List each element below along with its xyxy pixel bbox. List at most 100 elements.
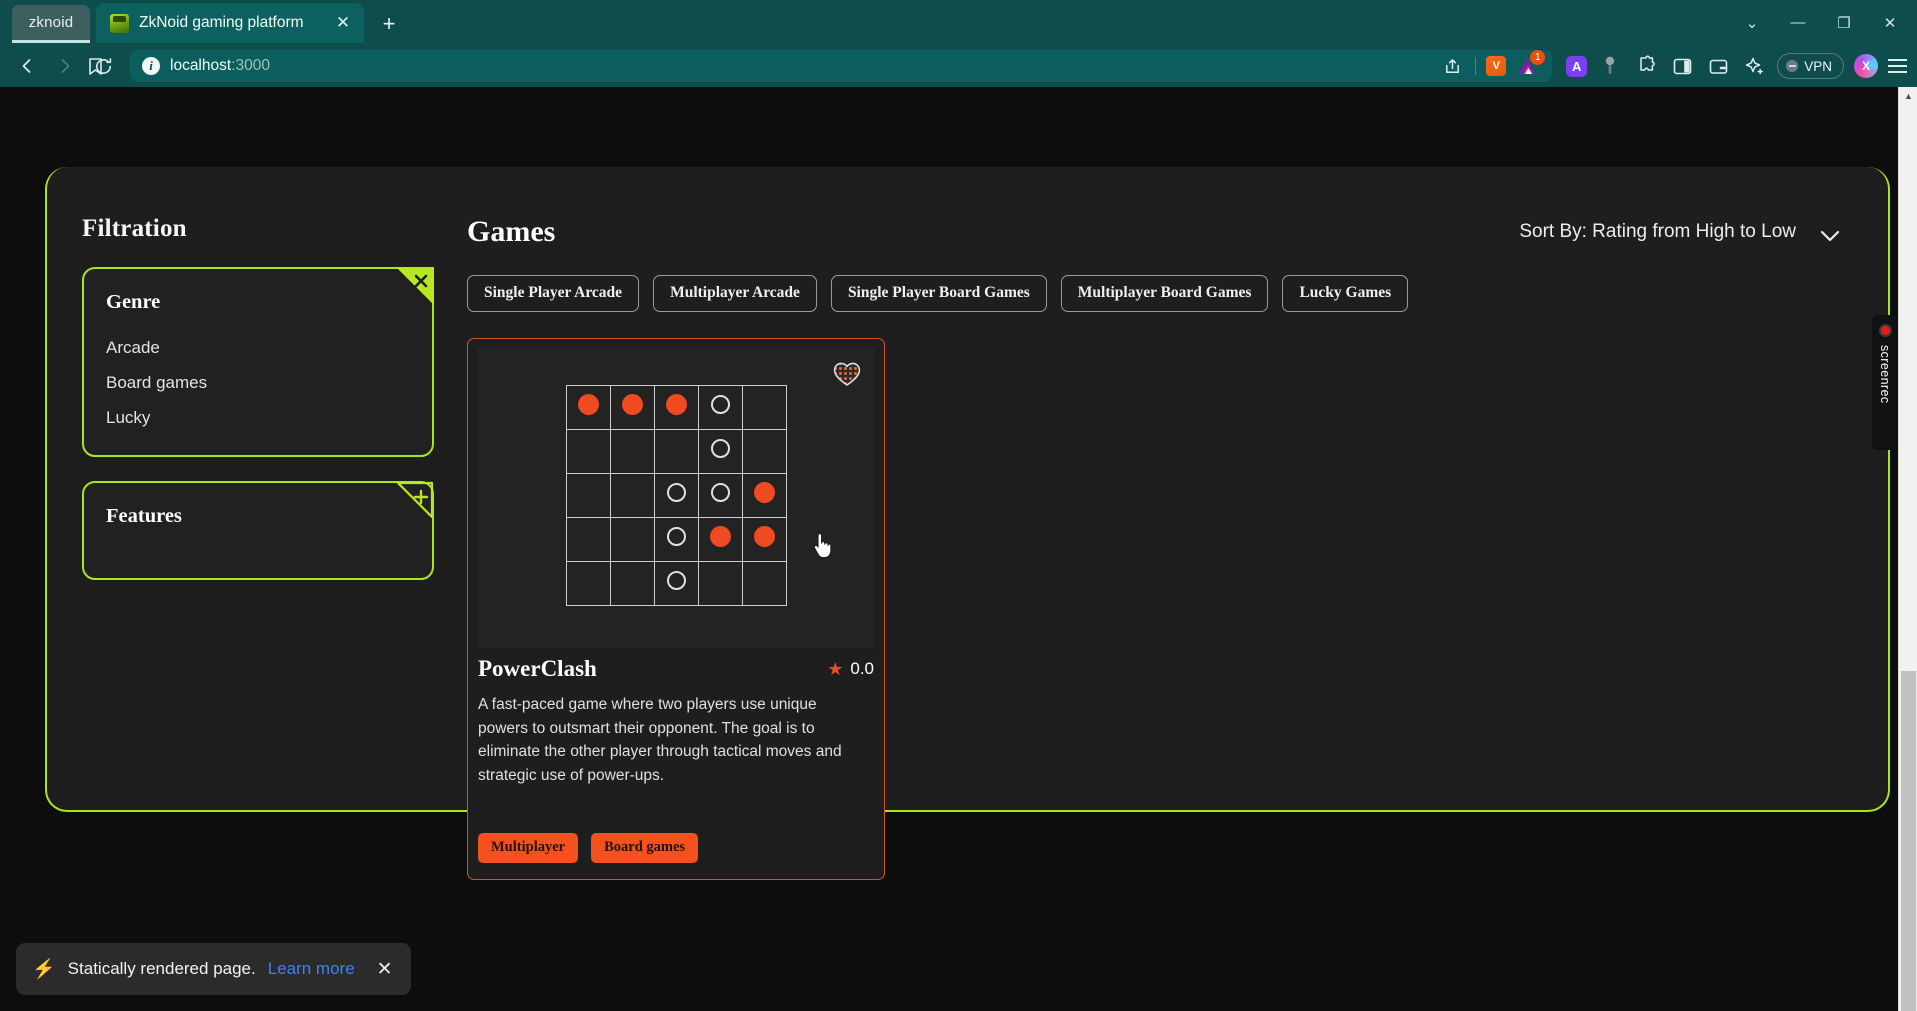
genre-collapse-button[interactable]: [394, 267, 434, 307]
workspace-label: zknoid: [28, 14, 74, 31]
piece-empty: [666, 571, 686, 590]
category-chips: Single Player Arcade Multiplayer Arcade …: [467, 275, 1840, 312]
piece-empty: [666, 483, 686, 502]
features-heading: Features: [106, 505, 182, 527]
star-icon: ★: [827, 658, 844, 679]
chip-multiplayer-board-games[interactable]: Multiplayer Board Games: [1060, 275, 1269, 312]
piece-filled: [665, 394, 687, 415]
address-bar[interactable]: i localhost:3000 1: [88, 50, 1553, 82]
piece-empty: [710, 483, 730, 502]
page-viewport: Filtration Genre Arcade Board games Luck…: [0, 87, 1917, 1011]
new-tab-button[interactable]: +: [372, 7, 406, 41]
chip-single-player-board-games[interactable]: Single Player Board Games: [830, 275, 1047, 312]
bookmark-icon[interactable]: [80, 51, 110, 81]
divider: [1475, 57, 1477, 75]
profile-avatar[interactable]: [1854, 54, 1878, 78]
vpn-status-dot: [1786, 60, 1799, 72]
piece-filled: [709, 526, 731, 547]
hamburger-menu-icon[interactable]: [1888, 59, 1907, 73]
pin-icon[interactable]: [1597, 53, 1623, 79]
close-window-icon[interactable]: ✕: [1867, 0, 1913, 45]
genre-option-lucky[interactable]: Lucky: [106, 400, 410, 435]
tag-board-games[interactable]: Board games: [591, 833, 699, 864]
zknoid-favicon: [110, 13, 129, 33]
vpn-button[interactable]: VPN: [1777, 53, 1844, 79]
extension-icon[interactable]: 1: [1516, 50, 1546, 77]
lightning-bolt-icon: ⚡: [32, 959, 56, 980]
learn-more-link[interactable]: Learn more: [268, 959, 355, 979]
chip-single-player-arcade[interactable]: Single Player Arcade: [467, 275, 640, 312]
page-content-frame: Filtration Genre Arcade Board games Luck…: [45, 167, 1890, 881]
minimize-icon[interactable]: —: [1775, 0, 1821, 45]
grid-cell: [565, 472, 611, 518]
filtration-sidebar: Filtration Genre Arcade Board games Luck…: [82, 215, 434, 604]
game-card[interactable]: PowerClash ★ 0.0 A fast-paced game where…: [467, 338, 885, 881]
extension-badge-count: 1: [1530, 50, 1546, 65]
page-scrollbar[interactable]: ▲: [1898, 87, 1917, 1011]
brave-shield-icon[interactable]: [1486, 56, 1507, 76]
piece-filled: [621, 394, 643, 415]
genre-option-arcade[interactable]: Arcade: [106, 330, 410, 365]
scrollbar-thumb[interactable]: [1901, 671, 1916, 1011]
scrollbar-down-arrow[interactable]: [1899, 993, 1917, 1011]
chevron-down-icon: [1820, 226, 1840, 242]
mouse-cursor: [813, 533, 833, 559]
games-header: Games Sort By: Rating from High to Low: [467, 215, 1840, 249]
site-info-icon[interactable]: i: [142, 57, 160, 75]
browser-window: zknoid ZkNoid gaming platform ✕ + ⌄ — ❐ …: [0, 0, 1917, 1011]
games-main-column: Games Sort By: Rating from High to Low S…: [467, 215, 1840, 881]
preview-grid: [565, 384, 787, 606]
grid-cell: [653, 428, 699, 474]
screenrec-widget[interactable]: screenrec: [1872, 315, 1898, 450]
grid-row: [565, 428, 787, 474]
tab-close-icon[interactable]: ✕: [330, 10, 356, 36]
grid-cell: [741, 560, 787, 606]
screenrec-label: screenrec: [1878, 345, 1892, 404]
leo-ai-icon[interactable]: [1741, 53, 1767, 79]
piece-empty: [710, 439, 730, 458]
genre-option-board-games[interactable]: Board games: [106, 365, 410, 400]
back-icon[interactable]: [10, 51, 44, 81]
title-bar: zknoid ZkNoid gaming platform ✕ + ⌄ — ❐ …: [0, 0, 1917, 45]
grid-cell: [565, 384, 611, 430]
address-bar-actions: 1: [1439, 50, 1546, 79]
toast-close-icon[interactable]: ✕: [377, 958, 393, 981]
sort-by-dropdown[interactable]: Sort By: Rating from High to Low: [1519, 221, 1840, 243]
grid-cell: [741, 472, 787, 518]
restore-icon[interactable]: ❐: [1821, 0, 1867, 45]
features-expand-button[interactable]: [394, 481, 434, 521]
grid-cell: [565, 516, 611, 562]
a-extension-icon[interactable]: A: [1566, 55, 1588, 77]
forward-icon[interactable]: [48, 51, 82, 81]
chip-lucky-games[interactable]: Lucky Games: [1282, 275, 1409, 312]
tag-multiplayer[interactable]: Multiplayer: [478, 833, 579, 864]
sort-by-label: Sort By: Rating from High to Low: [1519, 221, 1796, 242]
grid-cell: [697, 516, 743, 562]
wallet-icon[interactable]: [1705, 53, 1731, 79]
game-description: A fast-paced game where two players use …: [478, 696, 842, 784]
grid-cell: [653, 472, 699, 518]
piece-empty: [666, 527, 686, 546]
grid-cell: [741, 428, 787, 474]
tab-search-chevron-icon[interactable]: ⌄: [1729, 0, 1775, 45]
vpn-label: VPN: [1804, 58, 1832, 74]
workspace-button[interactable]: zknoid: [12, 5, 90, 43]
share-icon[interactable]: [1439, 53, 1465, 79]
grid-cell: [697, 428, 743, 474]
game-thumbnail: [477, 348, 875, 648]
piece-empty: [710, 395, 730, 414]
chip-multiplayer-arcade[interactable]: Multiplayer Arcade: [653, 275, 817, 312]
grid-cell: [697, 560, 743, 606]
browser-tab[interactable]: ZkNoid gaming platform ✕: [96, 3, 364, 43]
url-port: :3000: [231, 57, 270, 74]
genre-heading: Genre: [106, 291, 161, 313]
rating-value: 0.0: [850, 659, 874, 678]
scrollbar-up-arrow[interactable]: ▲: [1899, 87, 1917, 105]
record-dot-icon[interactable]: [1878, 324, 1892, 337]
heart-icon[interactable]: [833, 361, 861, 387]
extensions-icon[interactable]: [1633, 53, 1659, 79]
grid-cell: [653, 384, 699, 430]
grid-cell: [565, 428, 611, 474]
sidebar-panel-icon[interactable]: [1669, 53, 1695, 79]
genre-filter-panel: Genre Arcade Board games Lucky: [82, 267, 434, 457]
